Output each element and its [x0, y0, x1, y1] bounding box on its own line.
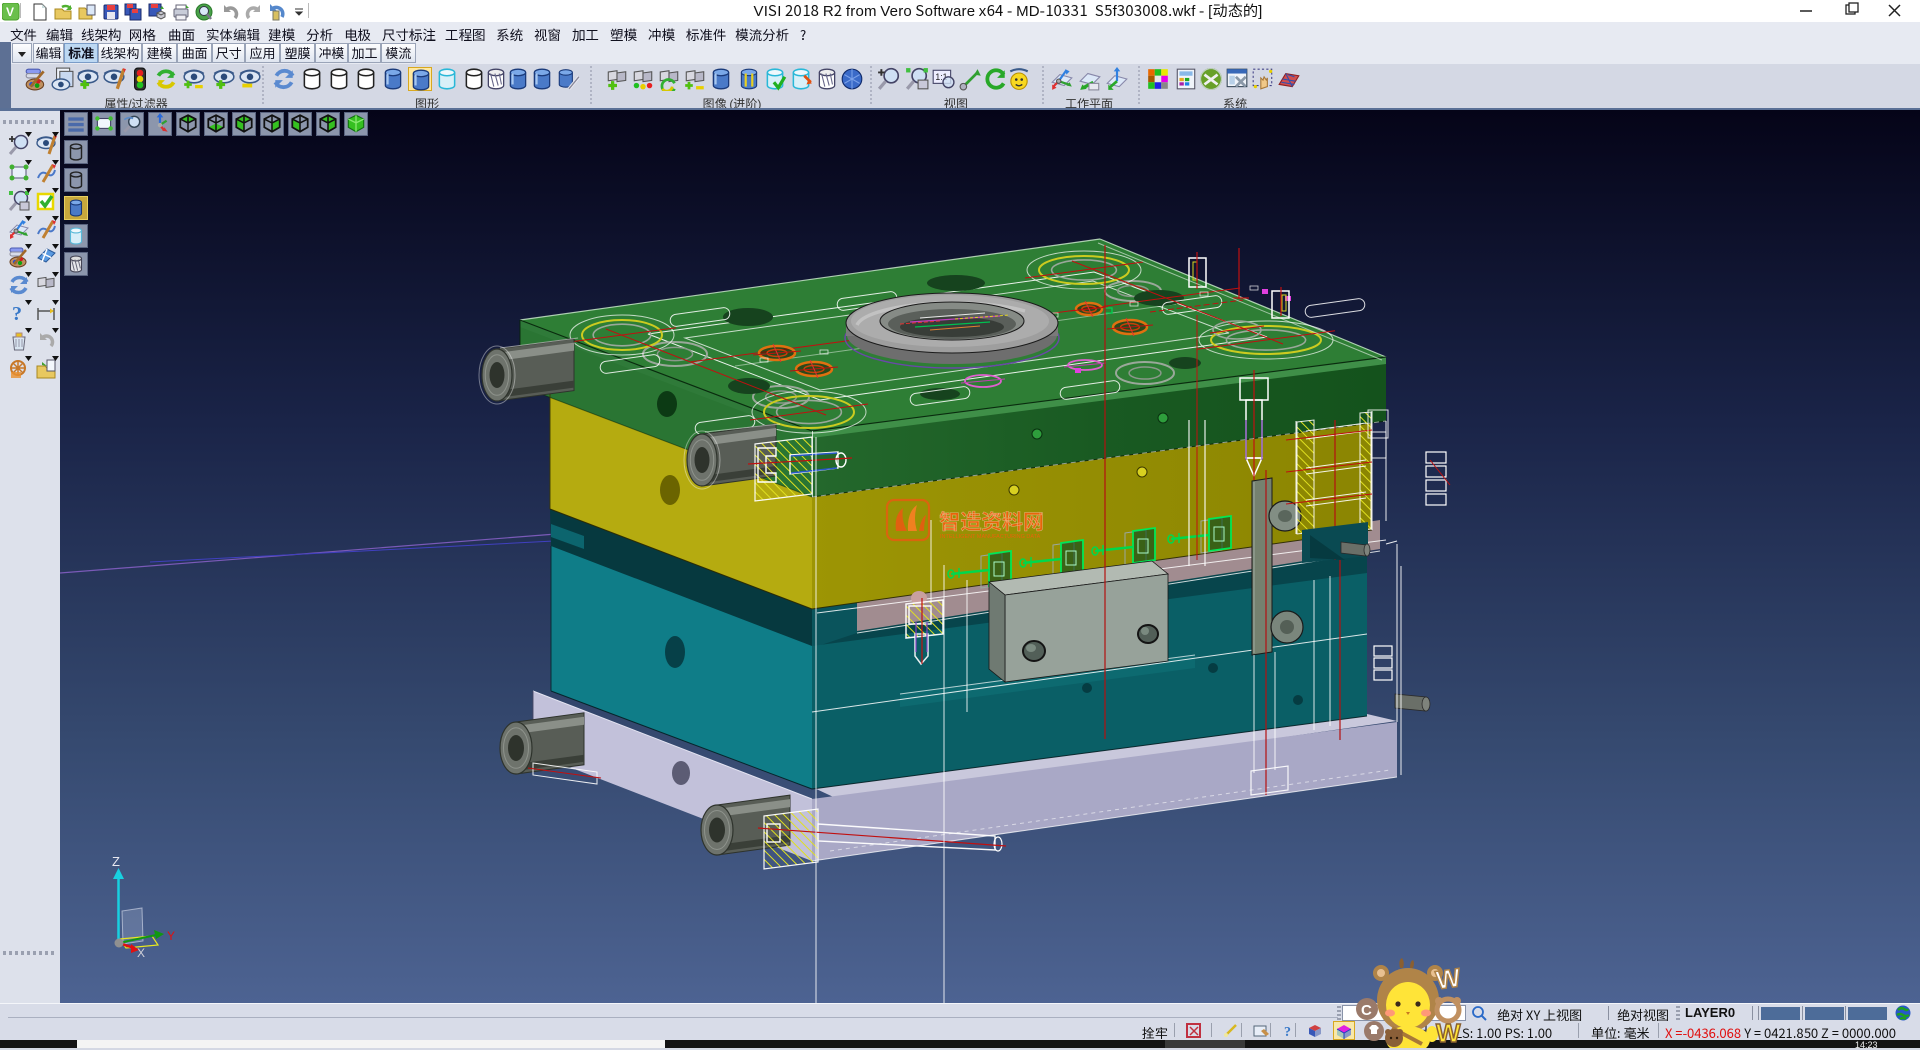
- svg-text:智造资料网: 智造资料网: [939, 506, 1044, 536]
- svg-text:?: ?: [1284, 1025, 1291, 1039]
- svg-text:V: V: [6, 5, 14, 19]
- svg-text:?: ?: [12, 303, 22, 324]
- svg-text:C: C: [1361, 1002, 1372, 1019]
- svg-text:W: W: [1434, 962, 1463, 995]
- svg-text:Z: Z: [112, 854, 120, 869]
- svg-text:Y: Y: [167, 929, 175, 943]
- svg-text:W: W: [1436, 1018, 1461, 1048]
- svg-text:X: X: [137, 946, 145, 960]
- svg-text:INTELLIGENT MANUFACTURING DATA: INTELLIGENT MANUFACTURING DATA: [940, 534, 1041, 540]
